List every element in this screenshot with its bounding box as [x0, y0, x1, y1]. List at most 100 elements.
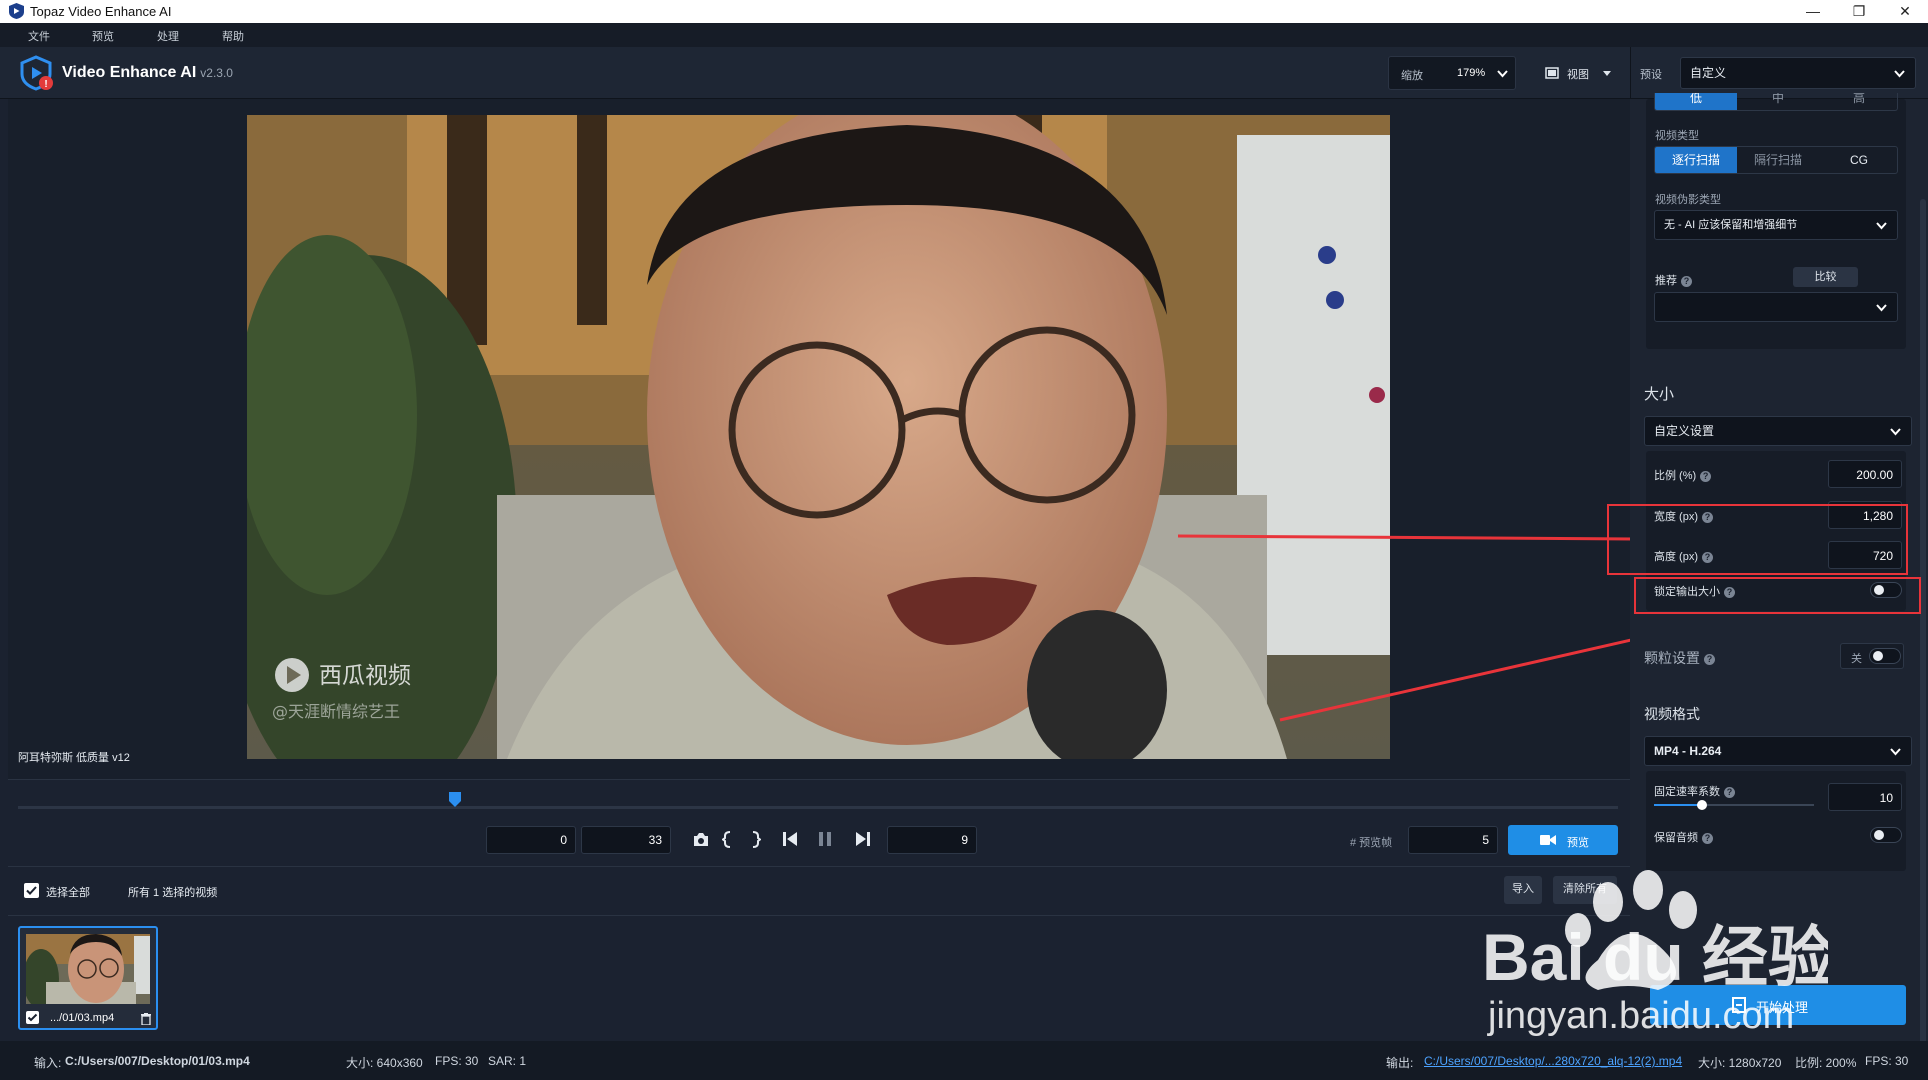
- chevron-down-icon: [1876, 304, 1887, 312]
- quality-mid-option[interactable]: 中: [1737, 93, 1819, 110]
- baidu-watermark-url: jingyan.baidu.com: [1487, 995, 1794, 1037]
- annotation-box-lock: [1634, 577, 1921, 614]
- crf-field[interactable]: 10: [1828, 783, 1902, 811]
- video-format-value: MP4 - H.264: [1654, 744, 1722, 758]
- quality-segment: 低 中 高: [1654, 93, 1898, 111]
- crf-label: 固定速率系数?: [1654, 783, 1735, 799]
- preview-button-label: 预览: [1567, 837, 1589, 849]
- output-path-link[interactable]: C:/Users/007/Desktop/...280x720_alq-12(2…: [1424, 1054, 1682, 1068]
- quality-high-option[interactable]: 高: [1819, 93, 1897, 110]
- video-type-progressive[interactable]: 逐行扫描: [1655, 147, 1737, 173]
- output-size: 大小: 1280x720: [1698, 1056, 1782, 1070]
- status-bar: 输入: C:/Users/007/Desktop/01/03.mp4 大小: 6…: [0, 1041, 1928, 1080]
- video-format-select[interactable]: MP4 - H.264: [1644, 736, 1912, 766]
- help-icon[interactable]: ?: [1702, 832, 1713, 844]
- artifact-type-value: 无 - AI 应该保留和增强细节: [1664, 219, 1798, 231]
- window-titlebar: Topaz Video Enhance AI — ❐ ✕: [0, 0, 1928, 23]
- sidebar-scrollbar[interactable]: [1920, 199, 1926, 1069]
- preview-button[interactable]: 预览: [1508, 825, 1618, 855]
- menu-file[interactable]: 文件: [28, 28, 50, 44]
- input-size: 大小: 640x360: [346, 1056, 423, 1070]
- chevron-down-icon: [1890, 748, 1901, 756]
- menu-help[interactable]: 帮助: [222, 28, 244, 44]
- filelist-divider: [8, 866, 1630, 867]
- video-type-segment: 逐行扫描 隔行扫描 CG: [1654, 146, 1898, 174]
- app-name: Video Enhance AI v2.3.0: [62, 64, 233, 81]
- annotation-box-dimensions: [1607, 504, 1908, 575]
- keep-audio-toggle[interactable]: [1870, 827, 1902, 843]
- file-thumbnail-item[interactable]: .../01/03.mp4: [18, 926, 158, 1030]
- crf-slider-thumb[interactable]: [1697, 800, 1707, 810]
- filelist-top-border: [8, 915, 1630, 916]
- menu-preview[interactable]: 预览: [92, 28, 114, 44]
- select-all-checkbox[interactable]: [24, 883, 39, 898]
- timeline-divider: [8, 779, 1630, 780]
- zoom-label: 缩放: [1401, 70, 1423, 82]
- timeline-track[interactable]: [18, 806, 1618, 809]
- pause-icon[interactable]: [818, 831, 832, 847]
- preview-frames-field[interactable]: 5: [1408, 826, 1498, 854]
- caret-down-icon: [1603, 71, 1611, 76]
- help-icon[interactable]: ?: [1681, 275, 1692, 287]
- scale-field[interactable]: 200.00: [1828, 460, 1902, 488]
- file-thumbnail-image: [26, 934, 150, 1004]
- ai-model-label: 阿耳特弥斯 低质量 v12: [18, 752, 130, 764]
- view-label: 视图: [1567, 69, 1589, 81]
- chevron-down-icon: [1890, 428, 1901, 436]
- chevron-down-icon: [1894, 70, 1905, 78]
- output-fps: FPS: 30: [1865, 1054, 1909, 1068]
- menu-bar: 文件 预览 处理 帮助: [0, 23, 1928, 47]
- compare-button[interactable]: 比较: [1793, 267, 1858, 287]
- header-divider: [1630, 47, 1631, 99]
- watermark-handle-text: @天涯断情综艺王: [272, 702, 400, 721]
- input-fps: FPS: 30: [435, 1054, 479, 1068]
- window-title: Topaz Video Enhance AI: [30, 4, 172, 19]
- video-camera-icon: [1540, 835, 1556, 845]
- crf-slider-fill: [1654, 804, 1702, 806]
- mark-in-icon[interactable]: [722, 831, 732, 848]
- baidu-watermark-text: Bai du 经验: [1482, 920, 1828, 994]
- preset-select[interactable]: 自定义: [1680, 57, 1916, 89]
- zoom-value: 179%: [1457, 67, 1486, 79]
- step-forward-icon[interactable]: [855, 831, 871, 847]
- minimize-button[interactable]: —: [1790, 0, 1836, 23]
- chevron-down-icon: [1497, 70, 1508, 78]
- checkmark-icon: [27, 1013, 38, 1022]
- video-type-cg[interactable]: CG: [1819, 147, 1897, 173]
- preview-frames-label: # 预览帧: [1350, 837, 1393, 849]
- timeline-playhead-icon[interactable]: [448, 791, 462, 809]
- current-frame-field[interactable]: 9: [887, 826, 977, 854]
- recommend-select[interactable]: [1654, 292, 1898, 322]
- maximize-button[interactable]: ❐: [1836, 0, 1882, 23]
- ai-model-panel: 低 中 高 视频类型 逐行扫描 隔行扫描 CG 视频伪影类型 无 - AI 应该…: [1646, 93, 1906, 349]
- artifact-type-select[interactable]: 无 - AI 应该保留和增强细节: [1654, 210, 1898, 240]
- size-mode-value: 自定义设置: [1654, 424, 1715, 438]
- trash-icon[interactable]: [141, 1013, 151, 1025]
- file-name: .../01/03.mp4: [50, 1012, 115, 1024]
- video-type-interlaced[interactable]: 隔行扫描: [1737, 147, 1819, 173]
- recommend-label: 推荐?: [1655, 272, 1692, 288]
- grain-toggle[interactable]: [1869, 648, 1901, 664]
- close-button[interactable]: ✕: [1882, 0, 1928, 23]
- chevron-down-icon: [1876, 222, 1887, 230]
- help-icon[interactable]: ?: [1704, 653, 1715, 665]
- end-frame-field[interactable]: 33: [581, 826, 671, 854]
- baidu-jingyan-watermark: Bai du 经验 jingyan.baidu.com: [1482, 870, 1828, 1037]
- quality-low-option[interactable]: 低: [1655, 93, 1737, 110]
- input-path: C:/Users/007/Desktop/01/03.mp4: [65, 1054, 250, 1068]
- help-icon[interactable]: ?: [1724, 786, 1735, 798]
- app-logo-icon: [9, 3, 24, 19]
- grain-switch[interactable]: 关: [1840, 643, 1904, 669]
- mark-out-icon[interactable]: [751, 831, 761, 848]
- help-icon[interactable]: ?: [1700, 470, 1712, 482]
- size-mode-select[interactable]: 自定义设置: [1644, 416, 1912, 446]
- view-control[interactable]: 视图: [1540, 56, 1620, 90]
- grain-state: 关: [1851, 653, 1862, 665]
- start-frame-field[interactable]: 0: [486, 826, 576, 854]
- zoom-control[interactable]: 缩放 179%: [1388, 56, 1516, 90]
- size-section-title: 大小: [1644, 386, 1675, 403]
- file-checkbox[interactable]: [26, 1011, 39, 1024]
- camera-icon[interactable]: [692, 832, 710, 847]
- step-back-icon[interactable]: [782, 831, 798, 847]
- menu-process[interactable]: 处理: [157, 28, 179, 44]
